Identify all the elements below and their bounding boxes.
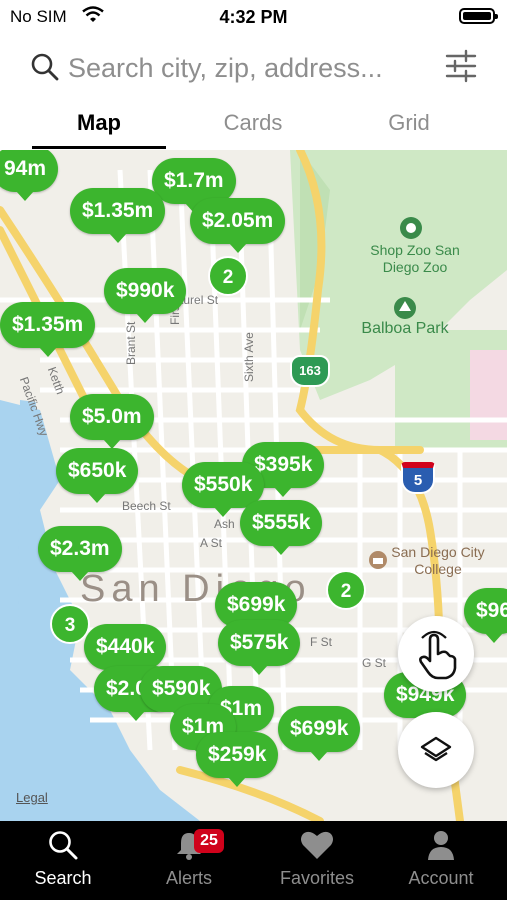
bottom-tab-bar: Search 25 Alerts Favorites Account	[0, 821, 507, 900]
price-pin[interactable]: $2.3m	[38, 526, 122, 581]
price-pin[interactable]: $990k	[104, 268, 187, 323]
street-sixth: Sixth Ave	[242, 332, 256, 382]
layers-icon	[420, 736, 452, 762]
zoo-icon	[400, 217, 422, 239]
status-bar: No SIM 4:32 PM	[0, 0, 507, 34]
cluster-marker[interactable]: 2	[208, 256, 248, 296]
tabbar-label: Favorites	[279, 868, 355, 888]
college-label: San Diego City College	[391, 544, 485, 577]
tab-map[interactable]: Map	[32, 110, 166, 136]
cluster-marker[interactable]: 3	[50, 604, 90, 644]
price-pin[interactable]: $2.05m	[190, 198, 286, 253]
park-icon	[394, 297, 416, 319]
tabbar-favorites[interactable]: Favorites	[254, 829, 380, 889]
draw-area-button[interactable]	[398, 616, 474, 692]
map-layers-button[interactable]	[398, 712, 474, 788]
person-icon	[428, 831, 454, 860]
search-icon	[30, 52, 60, 87]
tabbar-alerts[interactable]: 25 Alerts	[126, 829, 252, 889]
interstate-5-shield: 5	[401, 462, 435, 494]
search-input[interactable]	[68, 50, 428, 86]
street-ash: Ash	[214, 517, 235, 531]
price-pin[interactable]: $650k	[56, 448, 139, 503]
price-pin[interactable]: 94m	[0, 150, 59, 201]
street-brant: Brant St	[124, 321, 138, 365]
clock: 4:32 PM	[219, 7, 288, 27]
search-icon	[49, 831, 78, 860]
price-pin[interactable]: $1.35m	[70, 188, 166, 243]
cluster-marker[interactable]: 2	[326, 570, 366, 610]
tabbar-label: Alerts	[165, 868, 212, 888]
active-tab-indicator	[32, 146, 166, 149]
legal-link[interactable]: Legal	[16, 790, 48, 805]
price-pin[interactable]: $550k	[182, 462, 265, 517]
hand-pointer-icon	[419, 630, 457, 680]
alerts-badge: 25	[194, 829, 224, 853]
park-label: Balboa Park	[361, 320, 449, 337]
price-pin[interactable]: $555k	[240, 500, 323, 555]
street-beech: Beech St	[122, 499, 171, 513]
tab-cards[interactable]: Cards	[186, 110, 320, 136]
heart-icon	[301, 831, 333, 859]
price-pin[interactable]: $1.35m	[0, 302, 96, 357]
street-f: F St	[310, 635, 333, 649]
price-pin[interactable]: $699k	[278, 706, 361, 761]
college-icon	[369, 551, 387, 569]
tabbar-label: Search	[34, 868, 92, 888]
view-tabs: Map Cards Grid	[0, 104, 507, 150]
search-bar	[0, 44, 507, 92]
price-pin[interactable]: $259k	[196, 732, 279, 787]
price-pin[interactable]: $5.0m	[70, 394, 154, 449]
map-view[interactable]: Shop Zoo San Diego Zoo Balboa Park San D…	[0, 150, 507, 821]
tabbar-account[interactable]: Account	[378, 829, 504, 889]
street-a: A St	[200, 536, 223, 550]
street-g: G St	[362, 656, 387, 670]
zoo-label: Shop Zoo San Diego Zoo	[370, 242, 460, 275]
filter-icon[interactable]	[445, 49, 477, 88]
tab-grid[interactable]: Grid	[342, 110, 476, 136]
tabbar-label: Account	[408, 868, 474, 888]
highway-163-shield: 163	[290, 355, 330, 387]
price-pin[interactable]: $440k	[84, 624, 167, 679]
price-pin[interactable]: $575k	[218, 620, 301, 675]
tabbar-search[interactable]: Search	[0, 829, 126, 889]
battery-icon	[459, 8, 498, 24]
